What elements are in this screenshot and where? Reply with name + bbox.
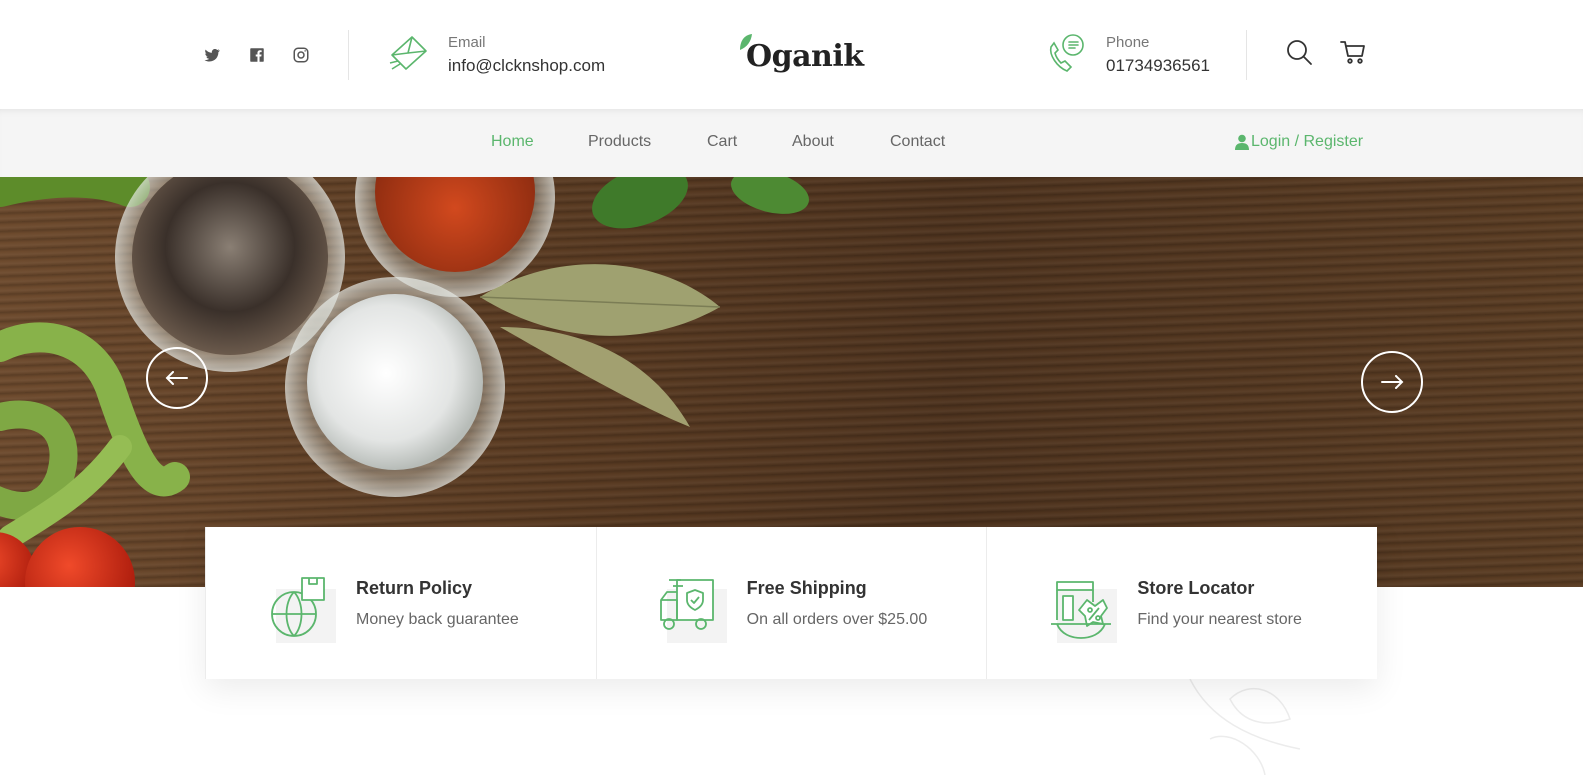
divider (348, 30, 349, 80)
phone-label: Phone (1106, 34, 1150, 51)
search-icon[interactable] (1285, 38, 1313, 66)
slider-prev-button[interactable] (146, 347, 208, 409)
envelope-icon (388, 33, 430, 75)
feature-store-locator: Store Locator Find your nearest store (986, 527, 1377, 679)
top-header: Email info@clcknshop.com Oganik Phone 01… (0, 0, 1583, 109)
arrow-right-icon (1381, 375, 1404, 389)
arrow-left-icon (165, 371, 188, 385)
slider-next-button[interactable] (1361, 351, 1423, 413)
nav-contact[interactable]: Contact (890, 133, 945, 151)
twitter-icon[interactable] (203, 46, 221, 64)
phone-icon (1045, 33, 1087, 75)
user-icon (1235, 134, 1249, 150)
logo-text: Oganik (746, 39, 864, 74)
feature-return-policy: Return Policy Money back guarantee (205, 527, 596, 679)
feature-subtitle: Money back guarantee (356, 611, 519, 628)
logo[interactable]: Oganik (738, 33, 864, 79)
email-value[interactable]: info@clcknshop.com (448, 56, 605, 76)
divider (1246, 30, 1247, 80)
features-bar: Return Policy Money back guarantee Free … (205, 527, 1377, 679)
hero-slider (0, 177, 1583, 587)
nav-products[interactable]: Products (588, 133, 651, 151)
nav-home[interactable]: Home (491, 133, 534, 151)
email-label: Email (448, 34, 486, 51)
cart-icon[interactable] (1339, 38, 1367, 66)
globe-box-icon (271, 577, 325, 637)
nav-about[interactable]: About (792, 133, 834, 151)
feature-free-shipping: Free Shipping On all orders over $25.00 (595, 527, 987, 679)
delivery-truck-icon (659, 579, 714, 630)
phone-value[interactable]: 01734936561 (1106, 56, 1210, 76)
instagram-icon[interactable] (292, 46, 310, 64)
feature-subtitle: Find your nearest store (1137, 611, 1302, 628)
feature-title: Free Shipping (746, 578, 867, 598)
feature-title: Return Policy (356, 578, 473, 598)
feature-subtitle: On all orders over $25.00 (746, 611, 928, 628)
login-register-link[interactable]: Login / Register (1235, 133, 1363, 151)
nav-cart[interactable]: Cart (707, 133, 737, 151)
leaf-watermark-icon (1189, 679, 1301, 775)
feature-title: Store Locator (1137, 578, 1255, 598)
facebook-icon[interactable] (248, 46, 266, 64)
main-nav: Home Products Cart About Contact Login /… (0, 109, 1583, 177)
store-icon (1051, 581, 1112, 639)
login-label: Login / Register (1251, 133, 1364, 150)
hero-image (0, 177, 809, 587)
